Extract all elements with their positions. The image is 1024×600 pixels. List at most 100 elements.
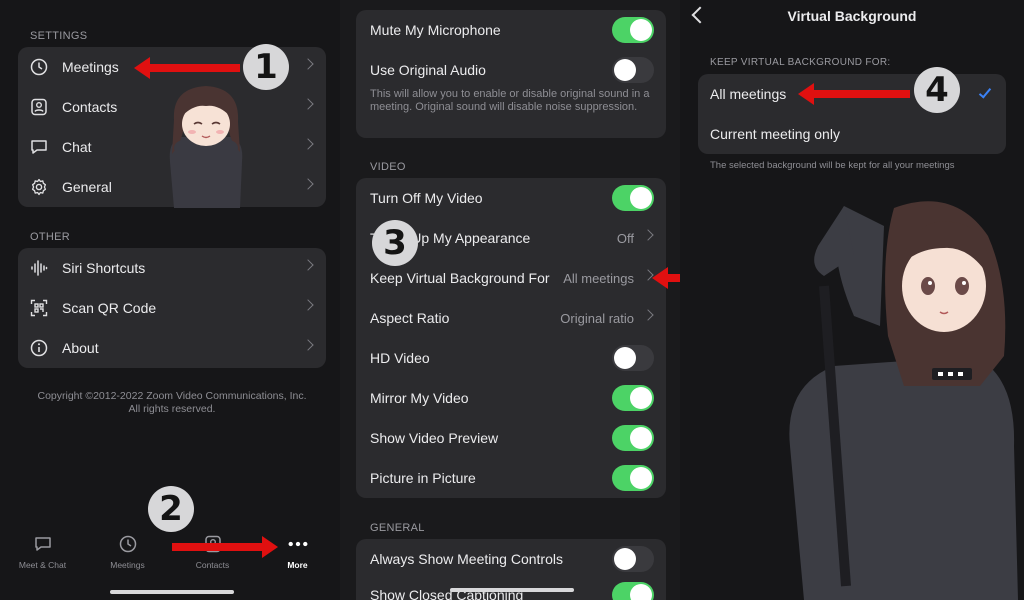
toggle-knob <box>630 187 652 209</box>
settings-panel: SETTINGS Meetings Contacts Chat General … <box>0 0 340 600</box>
rights-line: All rights reserved. <box>128 403 216 415</box>
clock-icon <box>30 58 48 76</box>
original-audio-description: This will allow you to enable or disable… <box>370 88 650 113</box>
chevron-right-icon <box>302 98 314 110</box>
setting-value: All meetings <box>563 270 634 286</box>
settings-item-label: Siri Shortcuts <box>62 260 146 276</box>
hd-video-toggle[interactable] <box>612 345 654 371</box>
toggle-knob <box>614 347 636 369</box>
settings-item-about[interactable]: About <box>18 328 326 368</box>
other-group: Siri Shortcuts Scan QR Code About <box>18 248 326 368</box>
copyright-line: Copyright ©2012-2022 Zoom Video Communic… <box>37 390 307 402</box>
closed-captioning-toggle[interactable] <box>612 582 654 600</box>
setting-label: HD Video <box>370 350 430 366</box>
setting-label: Mute My Microphone <box>370 22 501 38</box>
tab-label: Meetings <box>110 560 145 570</box>
setting-label: Picture in Picture <box>370 470 476 486</box>
settings-item-label: Contacts <box>62 99 118 115</box>
setting-row-aspect-ratio[interactable]: Aspect Ratio Original ratio <box>356 298 666 338</box>
chevron-right-icon <box>302 58 314 70</box>
clock-icon <box>118 534 138 554</box>
copyright-text: Copyright ©2012-2022 Zoom Video Communic… <box>18 390 326 416</box>
tab-label: More <box>287 560 308 570</box>
setting-label: Keep Virtual Background For <box>370 270 550 286</box>
option-current-meeting[interactable]: Current meeting only <box>698 114 1006 154</box>
settings-item-label: General <box>62 179 112 195</box>
arrow-1 <box>134 57 240 79</box>
picture-in-picture-toggle[interactable] <box>612 465 654 491</box>
audio-group: Mute My Microphone Use Original Audio Th… <box>356 10 666 138</box>
tab-meet-chat[interactable]: Meet & Chat <box>0 534 85 570</box>
page-title: Virtual Background <box>787 8 917 24</box>
qr-code-icon <box>30 299 48 317</box>
toggle-knob <box>614 548 636 570</box>
settings-item-label: Scan QR Code <box>62 300 157 316</box>
section-header-general: GENERAL <box>370 522 425 534</box>
chevron-right-icon <box>302 299 314 311</box>
tab-meetings[interactable]: Meetings <box>85 534 170 570</box>
mirror-video-toggle[interactable] <box>612 385 654 411</box>
chat-bubble-icon <box>30 138 48 156</box>
original-audio-toggle[interactable] <box>612 57 654 83</box>
setting-row-original-audio[interactable]: Use Original Audio <box>356 50 666 90</box>
toggle-knob <box>630 427 652 449</box>
toggle-knob <box>630 584 652 600</box>
home-indicator <box>110 590 234 594</box>
setting-row-turn-off-video[interactable]: Turn Off My Video <box>356 178 666 218</box>
settings-item-scan-qr[interactable]: Scan QR Code <box>18 288 326 328</box>
setting-row-mute-microphone[interactable]: Mute My Microphone <box>356 10 666 50</box>
anime-girl-illustration <box>789 201 1018 600</box>
meeting-controls-toggle[interactable] <box>612 546 654 572</box>
tab-contacts[interactable]: Contacts <box>170 534 255 570</box>
home-indicator <box>450 588 574 592</box>
setting-row-picture-in-picture[interactable]: Picture in Picture <box>356 458 666 498</box>
step-badge-3: 3 <box>372 220 418 266</box>
setting-label: Always Show Meeting Controls <box>370 551 563 567</box>
contact-card-icon <box>30 98 48 116</box>
option-label: Current meeting only <box>710 126 840 142</box>
settings-item-label: Chat <box>62 139 92 155</box>
chevron-right-icon <box>302 259 314 271</box>
setting-label: Mirror My Video <box>370 390 469 406</box>
settings-item-siri-shortcuts[interactable]: Siri Shortcuts <box>18 248 326 288</box>
bottom-tab-bar: Meet & Chat Meetings Contacts More <box>0 520 340 600</box>
section-header-keep-vb: KEEP VIRTUAL BACKGROUND FOR: <box>710 57 891 68</box>
section-header-other: OTHER <box>30 231 70 243</box>
tab-label: Meet & Chat <box>18 560 67 570</box>
mute-microphone-toggle[interactable] <box>612 17 654 43</box>
setting-label: Aspect Ratio <box>370 310 450 326</box>
toggle-knob <box>630 19 652 41</box>
toggle-knob <box>630 467 652 489</box>
setting-row-hd-video[interactable]: HD Video <box>356 338 666 378</box>
step-badge-1: 1 <box>243 44 289 90</box>
chevron-right-icon <box>302 339 314 351</box>
vb-hint-text: The selected background will be kept for… <box>710 160 955 171</box>
setting-label: Show Video Preview <box>370 430 499 446</box>
chevron-right-icon <box>302 138 314 150</box>
step-badge-2: 2 <box>148 486 194 532</box>
settings-item-label: About <box>62 340 99 356</box>
chevron-right-icon <box>302 178 314 190</box>
virtual-background-panel: Virtual Background KEEP VIRTUAL BACKGROU… <box>680 0 1024 600</box>
arrow-4 <box>798 83 910 105</box>
toggle-knob <box>630 387 652 409</box>
info-icon <box>30 339 48 357</box>
option-label: All meetings <box>710 86 787 102</box>
setting-label: Use Original Audio <box>370 62 486 78</box>
gear-icon <box>30 178 48 196</box>
chat-bubble-icon <box>33 534 53 554</box>
settings-item-label: Meetings <box>62 59 119 75</box>
checkmark-icon <box>978 85 992 99</box>
setting-row-video-preview[interactable]: Show Video Preview <box>356 418 666 458</box>
section-header-video: VIDEO <box>370 161 406 173</box>
video-preview-toggle[interactable] <box>612 425 654 451</box>
waveform-icon <box>30 259 48 277</box>
anime-girl-sticker <box>169 86 243 208</box>
chevron-right-icon <box>642 229 654 241</box>
toggle-knob <box>614 59 636 81</box>
turn-off-video-toggle[interactable] <box>612 185 654 211</box>
setting-row-mirror-video[interactable]: Mirror My Video <box>356 378 666 418</box>
setting-value: Original ratio <box>560 310 634 326</box>
setting-row-meeting-controls[interactable]: Always Show Meeting Controls <box>356 539 666 579</box>
arrow-2 <box>172 536 278 558</box>
